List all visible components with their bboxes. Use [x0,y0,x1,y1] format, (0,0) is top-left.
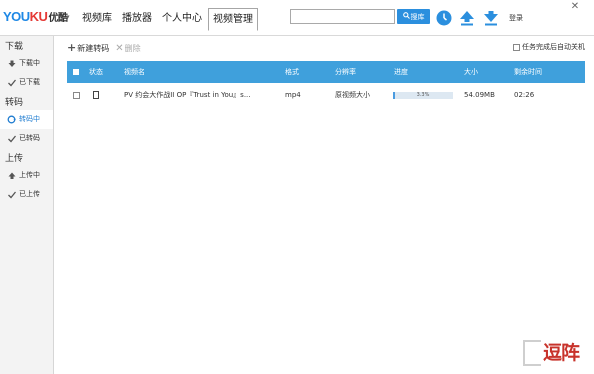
auto-shutdown-label: 任务完成后自动关机 [522,43,585,51]
sidebar-item-downloading[interactable]: 下载中 [0,54,53,73]
col-remaining[interactable]: 剩余时间 [514,61,542,83]
delete-icon: ✕ [115,42,124,54]
upload-icon[interactable] [459,10,475,26]
sidebar-item-label: 已转码 [19,134,40,142]
row-progress-bar: 3.3% [393,92,453,99]
row-size: 54.09MB [464,91,495,99]
row-checkbox[interactable] [73,92,80,99]
login-link[interactable]: 登录 [509,13,523,23]
sidebar-item-uploaded[interactable]: 已上传 [0,185,53,204]
logo-you-text: YOU [3,9,30,24]
logo-dropdown-icon[interactable]: ▾ [66,13,70,21]
watermark-text: 逗阵 [543,342,580,364]
col-size[interactable]: 大小 [464,61,478,83]
row-progress-label: 3.3% [416,92,430,98]
sidebar-item-label: 已上传 [19,190,40,198]
sidebar-item-converted[interactable]: 已转码 [0,129,53,148]
toolbar: + 新建转码 ✕ 删除 [67,41,147,55]
logo-ku-text: KU [29,9,48,24]
row-remaining: 02:26 [514,91,535,99]
row-resolution: 原视频大小 [335,91,370,99]
sidebar-item-label: 转码中 [19,115,40,123]
plus-icon: + [67,41,77,54]
sidebar-group-upload: 上传 [5,154,24,164]
search-button[interactable]: 搜库 [397,9,430,24]
search-button-label: 搜库 [410,13,425,21]
upload-arrow-icon [7,171,16,180]
main-nav: 视频库 播放器 个人中心 视频管理 [78,8,260,32]
new-convert-button[interactable]: + 新建转码 [67,41,110,54]
delete-label: 删除 [124,43,141,53]
sidebar-group-convert: 转码 [5,98,24,108]
select-all-checkbox[interactable] [73,69,79,75]
col-format[interactable]: 格式 [285,61,299,83]
col-resolution[interactable]: 分辨率 [335,61,356,83]
nav-video-manage[interactable]: 视频管理 [208,8,258,31]
watermark-frame [523,340,541,366]
nav-player[interactable]: 播放器 [118,9,156,29]
download-arrow-icon [7,59,16,68]
search-input[interactable] [290,9,395,24]
logo-cn-text: 优酷 [48,13,68,24]
col-status[interactable]: 状态 [89,61,103,83]
nav-video-library[interactable]: 视频库 [78,9,116,29]
auto-shutdown-check[interactable] [513,43,520,51]
watermark: 逗阵 [521,336,589,370]
download-icon[interactable] [483,10,499,26]
close-icon[interactable]: ✕ [568,1,582,13]
top-bar: YOU KU 优酷 ▾ 视频库 播放器 个人中心 视频管理 搜库 登录 ✕ [0,0,594,36]
sidebar-item-label: 已下载 [19,78,40,86]
convert-cycle-icon [7,115,16,124]
table-row[interactable]: PV 约会大作战II OP『Trust in You』s... mp4 原视频大… [67,86,585,105]
status-icon [93,91,99,99]
sidebar-item-converting[interactable]: 转码中 [0,110,53,129]
sidebar-group-download: 下载 [5,42,24,52]
main-panel: + 新建转码 ✕ 删除 任务完成后自动关机 状态 视频名 格式 分辨率 进度 大… [54,36,594,374]
table-header: 状态 视频名 格式 分辨率 进度 大小 剩余时间 [67,61,585,83]
sidebar: 下载 下载中 已下载 转码 转码中 已转码 上传 上传中 已上传 [0,36,54,374]
sidebar-item-uploading[interactable]: 上传中 [0,166,53,185]
row-video-name: PV 约会大作战II OP『Trust in You』s... [124,91,251,99]
col-progress[interactable]: 进度 [394,61,408,83]
check-icon [7,134,16,143]
check-icon [7,190,16,199]
row-format: mp4 [285,91,301,99]
youku-logo[interactable]: YOU KU 优酷 [3,9,68,25]
sidebar-item-downloaded[interactable]: 已下载 [0,73,53,92]
col-name[interactable]: 视频名 [124,61,145,83]
auto-shutdown-checkbox[interactable]: 任务完成后自动关机 [513,42,585,52]
sidebar-item-label: 下载中 [19,59,40,67]
sidebar-item-label: 上传中 [19,171,40,179]
delete-button[interactable]: ✕ 删除 [115,43,140,54]
new-convert-label: 新建转码 [77,43,110,53]
clock-icon[interactable] [436,10,452,26]
nav-personal-center[interactable]: 个人中心 [158,9,206,29]
search-icon [402,9,410,24]
check-icon [7,78,16,87]
